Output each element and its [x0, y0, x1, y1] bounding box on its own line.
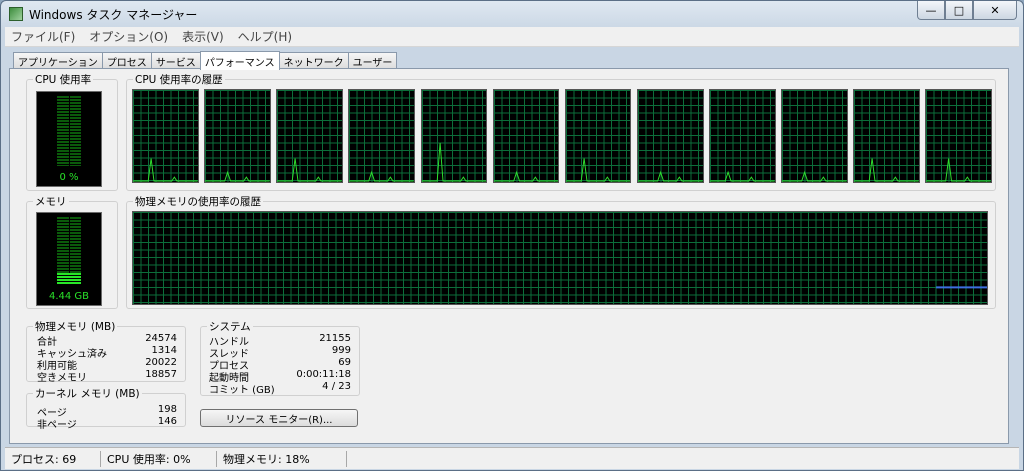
- cpu-core-graph: [925, 89, 992, 183]
- memory-group: メモリ 4.44 GB: [26, 194, 118, 309]
- menu-file[interactable]: ファイル(F): [11, 28, 75, 45]
- memory-label: メモリ: [33, 194, 69, 209]
- maximize-icon: □: [953, 3, 965, 17]
- cpu-usage-group: CPU 使用率 0 %: [26, 72, 118, 191]
- stat-row: コミット (GB) 4 / 23: [209, 381, 351, 396]
- cpu-core-graph: [348, 89, 415, 183]
- cpu-usage-meter: 0 %: [36, 91, 102, 187]
- cpu-usage-value: 0 %: [59, 172, 79, 183]
- tab-strip: アプリケーション プロセス サービス パフォーマンス ネットワーク ユーザー: [13, 51, 398, 70]
- cpu-usage-label: CPU 使用率: [33, 72, 94, 87]
- tab-services[interactable]: サービス: [150, 52, 201, 69]
- window-title: Windows タスク マネージャー: [29, 7, 198, 22]
- stat-value: 18857: [145, 369, 177, 380]
- cpu-core-graph: [853, 89, 920, 183]
- stat-name: コミット (GB): [209, 385, 275, 396]
- cpu-history-group: CPU 使用率の履歴: [126, 72, 996, 191]
- tab-applications[interactable]: アプリケーション: [13, 52, 103, 69]
- system-label: システム: [207, 319, 253, 334]
- status-memory: 物理メモリ: 18%: [217, 450, 347, 467]
- cpu-core-graph: [420, 89, 488, 183]
- cpu-core-graph: [709, 89, 776, 183]
- status-cpu: CPU 使用率: 0%: [101, 450, 217, 467]
- memory-history-graph: [132, 211, 988, 305]
- resource-monitor-button[interactable]: リソース モニター(R)...: [200, 409, 358, 427]
- stat-value: 4 / 23: [322, 381, 351, 392]
- menu-help[interactable]: ヘルプ(H): [238, 28, 292, 45]
- close-icon: ✕: [990, 3, 1000, 17]
- physical-memory-label: 物理メモリ (MB): [33, 319, 118, 334]
- memory-fill: [57, 272, 81, 285]
- menu-view[interactable]: 表示(V): [182, 28, 224, 45]
- cpu-core-graph: [492, 89, 560, 183]
- performance-panel: CPU 使用率 0 % CPU 使用率の履歴 メモリ 4.44 GB 物理メモリ…: [9, 68, 1009, 444]
- task-manager-icon: [9, 7, 23, 21]
- kernel-memory-group: カーネル メモリ (MB) ページ 198 非ページ 146: [26, 386, 186, 431]
- minimize-button[interactable]: —: [917, 1, 945, 20]
- stat-row: 非ページ 146: [37, 416, 177, 431]
- task-manager-window: Windows タスク マネージャー — □ ✕ ファイル(F) オプション(O…: [0, 0, 1024, 471]
- close-button[interactable]: ✕: [973, 1, 1017, 20]
- kernel-memory-label: カーネル メモリ (MB): [33, 386, 142, 401]
- title-bar[interactable]: Windows タスク マネージャー — □ ✕: [1, 1, 1023, 27]
- system-group: システム ハンドル 21155 スレッド 999 プロセス 69 起動時間 0:00:1…: [200, 319, 360, 396]
- stat-value: 146: [157, 416, 177, 427]
- physical-memory-group: 物理メモリ (MB) 合計 24574 キャッシュ済み 1314 利用可能 20022…: [26, 319, 186, 384]
- tab-processes[interactable]: プロセス: [101, 52, 152, 69]
- stat-name: 空きメモリ: [37, 373, 87, 384]
- memory-meter: 4.44 GB: [36, 212, 102, 306]
- stat-name: 非ページ: [37, 420, 77, 431]
- status-bar: プロセス: 69 CPU 使用率: 0% 物理メモリ: 18%: [5, 447, 1019, 469]
- memory-history-line: [936, 286, 987, 289]
- memory-history-group: 物理メモリの使用率の履歴: [126, 194, 996, 309]
- cpu-core-graph: [132, 89, 199, 183]
- memory-history-label: 物理メモリの使用率の履歴: [133, 194, 263, 209]
- menu-options[interactable]: オプション(O): [89, 28, 168, 45]
- stat-row: 空きメモリ 18857: [37, 369, 177, 384]
- cpu-core-graph: [636, 89, 704, 183]
- cpu-core-graph: [564, 89, 632, 183]
- maximize-button[interactable]: □: [945, 1, 973, 20]
- tab-networking[interactable]: ネットワーク: [278, 52, 349, 69]
- minimize-icon: —: [925, 3, 937, 17]
- status-processes: プロセス: 69: [5, 450, 101, 467]
- cpu-core-graph: [204, 89, 271, 183]
- tab-performance[interactable]: パフォーマンス: [199, 51, 280, 70]
- cpu-history-label: CPU 使用率の履歴: [133, 72, 225, 87]
- cpu-core-graph: [781, 89, 848, 183]
- cpu-core-graph: [276, 89, 343, 183]
- tab-users[interactable]: ユーザー: [347, 52, 398, 69]
- menu-bar: ファイル(F) オプション(O) 表示(V) ヘルプ(H): [5, 27, 1019, 47]
- memory-value: 4.44 GB: [48, 291, 90, 302]
